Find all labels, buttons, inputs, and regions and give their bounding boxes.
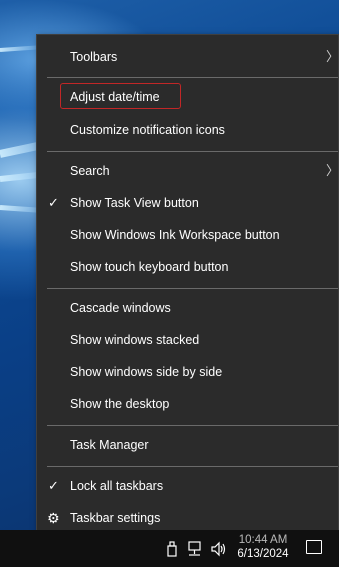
menu-item-label: Toolbars (70, 50, 118, 64)
menu-item-show-windows-stacked[interactable]: Show windows stacked (37, 326, 338, 354)
clock-time: 10:44 AM (238, 534, 288, 546)
menu-item-task-manager[interactable]: Task Manager (37, 431, 338, 459)
menu-item-show-task-view-button[interactable]: ✓ Show Task View button (37, 189, 338, 217)
wallpaper-light-streak (0, 45, 41, 52)
menu-separator (47, 466, 338, 467)
menu-item-label: Show Windows Ink Workspace button (70, 228, 280, 242)
menu-item-label: Show windows side by side (70, 365, 223, 379)
chevron-right-icon: 〉 (326, 49, 339, 64)
checkmark-icon: ✓ (48, 478, 59, 493)
menu-item-label: Lock all taskbars (70, 479, 164, 493)
menu-item-taskbar-settings[interactable]: ⚙ Taskbar settings (37, 504, 338, 532)
chevron-right-icon: 〉 (326, 163, 339, 178)
usb-icon[interactable] (166, 541, 178, 560)
taskbar-context-menu: Toolbars 〉 Adjust date/time Customize no… (36, 34, 339, 542)
menu-item-lock-all-taskbars[interactable]: ✓ Lock all taskbars (37, 472, 338, 500)
menu-item-show-touch-keyboard-button[interactable]: Show touch keyboard button (37, 253, 338, 281)
menu-item-label: Show the desktop (70, 397, 170, 411)
menu-item-show-windows-ink-workspace-button[interactable]: Show Windows Ink Workspace button (37, 221, 338, 249)
volume-icon[interactable] (210, 541, 228, 560)
menu-item-label: Task Manager (70, 438, 149, 452)
menu-separator (47, 77, 338, 78)
clock-date: 6/13/2024 (237, 548, 289, 560)
menu-separator (47, 151, 338, 152)
volume-icon-graphic (211, 541, 226, 557)
menu-item-customize-notification-icons[interactable]: Customize notification icons (37, 116, 338, 144)
menu-item-label: Show Task View button (70, 196, 199, 210)
network-icon-graphic (188, 541, 201, 556)
menu-item-adjust-date-time[interactable]: Adjust date/time (37, 83, 338, 111)
menu-separator (47, 425, 338, 426)
menu-item-label: Adjust date/time (70, 90, 160, 104)
menu-item-show-the-desktop[interactable]: Show the desktop (37, 390, 338, 418)
menu-item-show-windows-side-by-side[interactable]: Show windows side by side (37, 358, 338, 386)
usb-icon-graphic (167, 541, 177, 557)
menu-item-label: Show windows stacked (70, 333, 200, 347)
menu-item-label: Customize notification icons (70, 123, 225, 137)
action-center-icon[interactable] (306, 540, 322, 554)
menu-item-toolbars[interactable]: Toolbars 〉 (37, 43, 339, 71)
menu-item-cascade-windows[interactable]: Cascade windows (37, 294, 338, 322)
menu-item-label: Search (70, 164, 110, 178)
menu-item-label: Taskbar settings (70, 511, 161, 525)
menu-item-search[interactable]: Search 〉 (37, 157, 339, 185)
menu-item-label: Show touch keyboard button (70, 260, 229, 274)
menu-separator (47, 288, 338, 289)
checkmark-icon: ✓ (48, 195, 59, 210)
gear-icon: ⚙ (47, 510, 60, 526)
menu-item-label: Cascade windows (70, 301, 171, 315)
taskbar-clock[interactable]: 10:44 AM 6/13/2024 (232, 532, 294, 562)
network-icon[interactable] (186, 541, 204, 560)
